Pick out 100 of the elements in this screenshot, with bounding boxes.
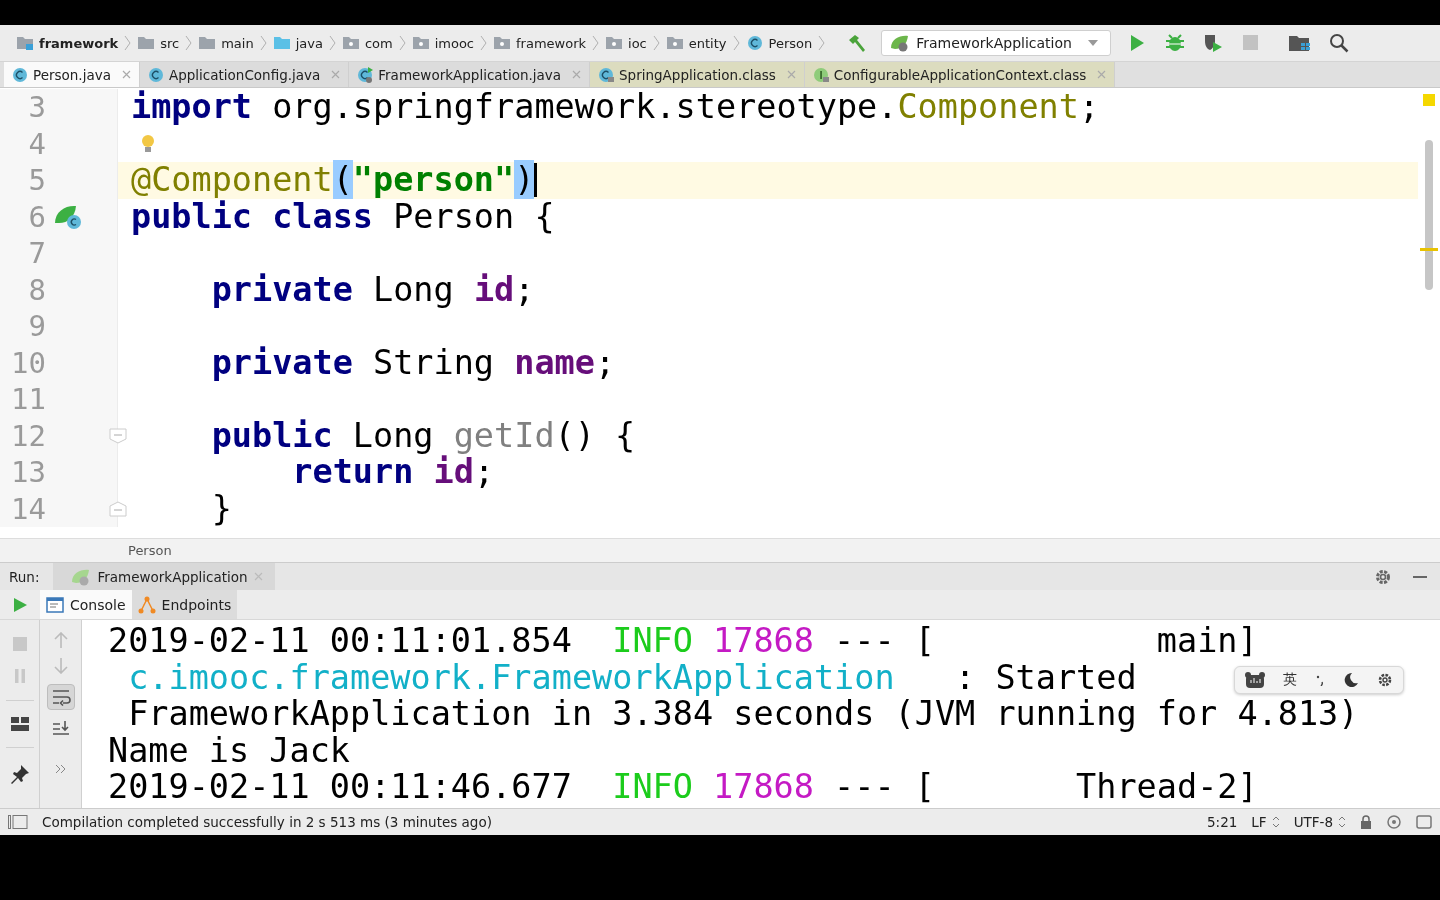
code-line: public Long getId() { <box>210 417 636 454</box>
soft-wrap-button[interactable] <box>46 684 75 710</box>
editor-tab[interactable]: FrameworkApplication.java <box>349 62 591 87</box>
input-mode-button[interactable]: 英 <box>1283 671 1297 689</box>
pin-icon[interactable] <box>9 764 30 784</box>
settings-icon[interactable] <box>1377 672 1393 688</box>
breadcrumb-item[interactable]: src <box>135 33 183 53</box>
chevron-icon <box>592 35 601 51</box>
module-folder-icon <box>17 35 33 51</box>
line-number: 4 <box>27 126 46 161</box>
editor-tab[interactable]: ApplicationConfig.java <box>139 62 350 87</box>
lock-icon[interactable] <box>1360 815 1372 829</box>
line-number: 10 <box>10 345 46 380</box>
spring-app-icon <box>890 34 911 52</box>
fold-marker-icon[interactable] <box>109 500 127 517</box>
coverage-icon[interactable] <box>1202 33 1223 53</box>
line-number: 11 <box>10 382 46 417</box>
class-icon <box>746 35 763 51</box>
search-icon[interactable] <box>1328 33 1349 53</box>
fold-marker-icon[interactable] <box>109 427 127 444</box>
breadcrumb-item[interactable]: entity <box>663 33 730 53</box>
analysis-status-icon <box>1423 94 1435 106</box>
inspector-icon[interactable] <box>1386 814 1402 830</box>
breadcrumb-item[interactable]: Person <box>128 543 172 558</box>
settings-icon[interactable] <box>1374 567 1392 586</box>
breadcrumb-item[interactable]: main <box>196 33 257 53</box>
editor-tab[interactable]: SpringApplication.class <box>590 62 805 87</box>
breadcrumb-item[interactable]: ioc <box>603 33 650 53</box>
console-tab[interactable]: Console <box>40 590 132 619</box>
runnable-class-icon <box>357 66 374 83</box>
more-icon[interactable] <box>54 764 67 774</box>
close-icon[interactable] <box>121 70 131 79</box>
scroll-to-end-icon[interactable] <box>51 720 70 736</box>
stop-icon[interactable] <box>11 636 28 652</box>
run-config-dropdown[interactable]: FrameworkApplication <box>881 30 1111 56</box>
package-icon <box>666 35 683 51</box>
line-number: 12 <box>10 418 46 453</box>
spring-app-icon <box>71 567 92 586</box>
up-arrow-icon[interactable] <box>53 632 68 648</box>
panel-title: Run: <box>8 567 41 587</box>
code-line: public class Person { <box>131 198 555 235</box>
encoding-widget[interactable]: UTF-8 <box>1293 814 1346 830</box>
line-separator-widget[interactable]: LF <box>1251 814 1280 830</box>
bear-icon[interactable] <box>1245 672 1265 688</box>
project-structure-icon[interactable] <box>1288 34 1311 52</box>
folder-icon <box>199 35 216 51</box>
line-number: 5 <box>27 163 46 198</box>
package-icon <box>494 35 511 51</box>
folder-icon <box>273 35 290 51</box>
console-line: FrameworkApplication in 3.384 seconds (JVM running for 4.813) <box>127 696 1359 733</box>
close-icon[interactable] <box>786 70 796 79</box>
class-icon <box>147 66 164 83</box>
breadcrumb-item[interactable]: java <box>270 33 326 53</box>
editor-tab[interactable]: ConfigurableApplicationContext.class <box>804 62 1116 87</box>
punctuation-icon[interactable] <box>1315 674 1325 686</box>
light-bulb-icon[interactable] <box>140 133 156 154</box>
bug-icon[interactable] <box>1164 33 1185 53</box>
chevron-icon <box>732 35 741 51</box>
chevron-icon <box>328 35 337 51</box>
chevron-icon <box>652 35 661 51</box>
scrollbar-thumb[interactable] <box>1425 140 1433 290</box>
breadcrumb-item[interactable]: imooc <box>409 33 478 53</box>
close-icon[interactable] <box>572 70 582 79</box>
package-icon <box>606 35 623 51</box>
folder-icon <box>138 35 155 51</box>
panel-toggle-icon[interactable] <box>8 815 28 829</box>
up-down-icon <box>1271 816 1280 828</box>
chevron-icon <box>124 35 133 51</box>
breadcrumb-item[interactable]: Person <box>743 33 816 53</box>
down-arrow-icon[interactable] <box>53 658 68 674</box>
breadcrumb-item[interactable]: framework <box>491 33 590 53</box>
line-number: 3 <box>27 90 46 125</box>
chevron-icon <box>185 35 194 51</box>
moon-icon[interactable] <box>1343 672 1359 688</box>
chevron-icon <box>818 35 827 51</box>
chevron-icon <box>259 35 268 51</box>
breadcrumb-item[interactable]: framework <box>14 33 122 53</box>
caret-position[interactable]: 5:21 <box>1207 814 1238 830</box>
package-icon <box>342 35 359 51</box>
line-number: 14 <box>10 491 46 526</box>
close-icon[interactable] <box>1097 70 1107 79</box>
run-tab[interactable]: FrameworkApplication <box>53 563 275 590</box>
editor-tab[interactable]: Person.java <box>4 62 140 87</box>
breadcrumb-item[interactable]: com <box>339 33 396 53</box>
console-line: Name is Jack <box>108 732 351 769</box>
class-icon <box>12 66 28 83</box>
library-class-icon <box>598 66 615 83</box>
code-line: private Long id; <box>210 271 535 308</box>
console-line: 2019-02-11 00:11:01.854 INFO 17868 --- [ main] <box>108 623 1258 660</box>
console-line: 2019-02-11 00:11:46.677 INFO 17868 --- [ Thread-2] <box>108 769 1258 806</box>
library-interface-icon <box>812 66 829 83</box>
close-icon[interactable] <box>331 70 341 79</box>
hammer-icon[interactable] <box>847 34 868 52</box>
line-number: 8 <box>27 272 46 307</box>
console-tab[interactable]: Endpoints <box>131 590 238 619</box>
code-line: @Component("person") <box>131 162 535 199</box>
event-log-icon[interactable] <box>1416 814 1432 830</box>
line-number: 7 <box>27 236 46 271</box>
layout-icon[interactable] <box>10 717 29 731</box>
status-message: Compilation completed successfully in 2 s 513 ms (3 minutes ago) <box>42 814 492 830</box>
